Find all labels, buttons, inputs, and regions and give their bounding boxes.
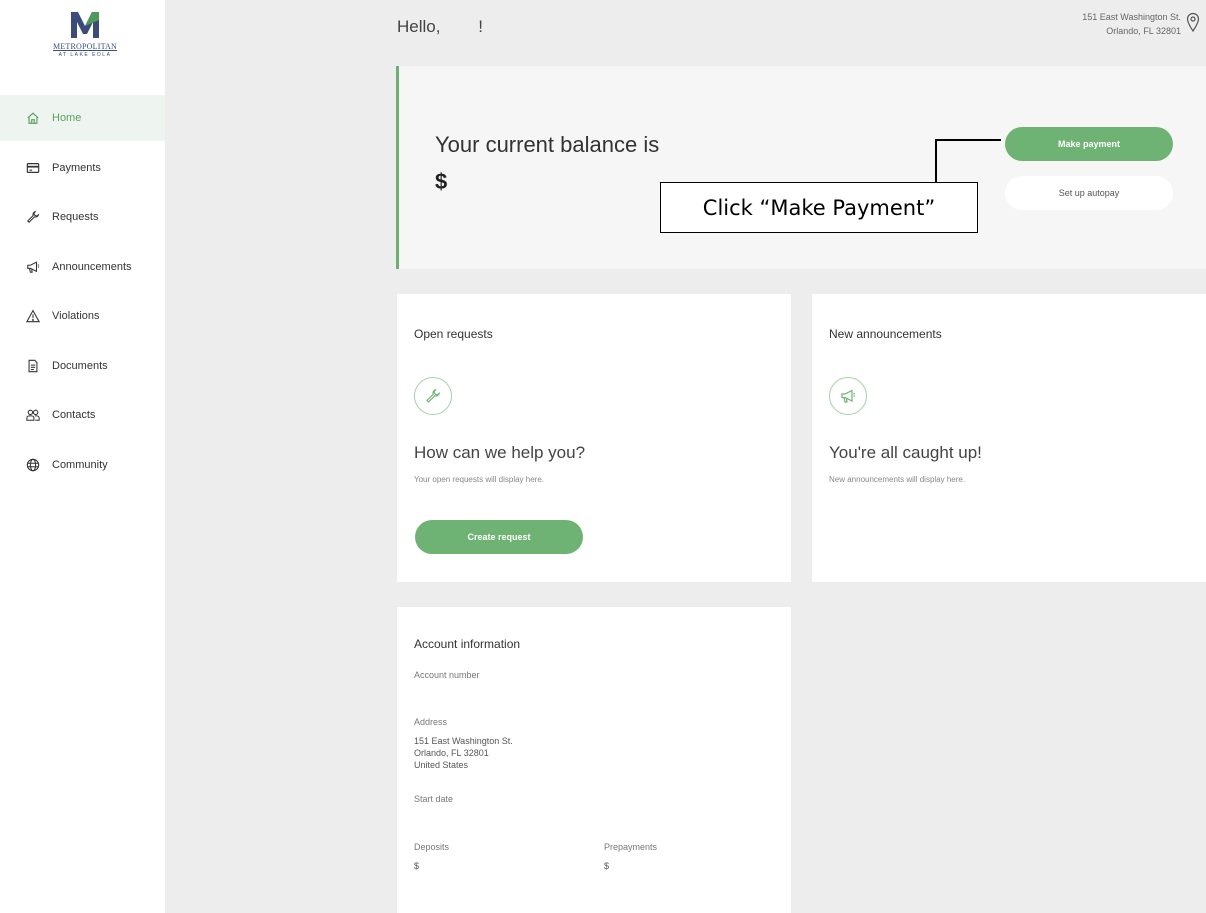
callout-connector-horizontal [935, 139, 1001, 141]
greeting: Hello, ! [397, 17, 483, 36]
requests-heading: How can we help you? [414, 443, 586, 462]
sidebar-item-label: Documents [52, 359, 108, 372]
account-info-card: Account information Account number Addre… [397, 607, 791, 913]
sidebar-nav: Home Payments Requests Announcements Vio… [0, 95, 165, 491]
sidebar-item-announcements[interactable]: Announcements [0, 244, 165, 290]
warning-icon [26, 309, 40, 323]
wrench-icon [26, 210, 40, 224]
address-line1: 151 East Washington St. [414, 736, 513, 746]
sidebar-item-label: Announcements [52, 260, 132, 273]
logo-name: METROPOLITAN [53, 42, 117, 51]
address-value: 151 East Washington St. Orlando, FL 3280… [414, 735, 513, 771]
deposits-value: $ [414, 861, 420, 871]
sidebar-item-payments[interactable]: Payments [0, 145, 165, 191]
home-icon [26, 111, 40, 125]
sidebar-item-community[interactable]: Community [0, 442, 165, 488]
prepayments-label: Prepayments [604, 842, 658, 852]
sidebar-item-label: Requests [52, 211, 99, 223]
requests-subtext: Your open requests will display here. [414, 475, 545, 484]
account-number-label: Account number [414, 670, 480, 680]
sidebar: METROPOLITAN AT LAKE EOLA Home Payments … [0, 0, 165, 913]
header-address-line2: Orlando, FL 32801 [1106, 26, 1181, 36]
setup-autopay-button[interactable]: Set up autopay [1005, 176, 1173, 210]
announcements-heading: You're all caught up! [829, 443, 982, 462]
create-request-button[interactable]: Create request [415, 520, 583, 554]
announcements-subtext: New announcements will display here. [829, 475, 966, 484]
address-line2: Orlando, FL 32801 [414, 748, 489, 758]
announcements-card: New announcements You're all caught up! … [812, 294, 1206, 582]
header-address: 151 East Washington St. Orlando, FL 3280… [1082, 10, 1181, 38]
sidebar-item-label: Home [52, 112, 82, 124]
megaphone-icon [26, 260, 40, 274]
globe-icon [26, 458, 40, 472]
deposits-label: Deposits [414, 842, 450, 852]
account-info-title: Account information [414, 637, 521, 651]
sidebar-item-documents[interactable]: Documents [0, 343, 165, 389]
megaphone-icon [841, 389, 856, 403]
logo[interactable]: METROPOLITAN AT LAKE EOLA [40, 10, 130, 70]
balance-card: Your current balance is $ Make payment S… [396, 66, 1206, 269]
open-requests-title: Open requests [414, 327, 493, 341]
sidebar-item-home[interactable]: Home [0, 95, 165, 141]
location-pin-icon [1186, 12, 1200, 32]
sidebar-item-label: Community [52, 458, 108, 471]
sidebar-item-violations[interactable]: Violations [0, 293, 165, 339]
logo-subtitle: AT LAKE EOLA [58, 52, 112, 58]
open-requests-card: Open requests How can we help you? Your … [397, 294, 791, 582]
start-date-label: Start date [414, 794, 454, 804]
address-line3: United States [414, 760, 469, 770]
balance-title: Your current balance is [435, 132, 660, 157]
announcements-title: New announcements [829, 327, 942, 341]
sidebar-item-requests[interactable]: Requests [0, 194, 165, 240]
instruction-callout: Click “Make Payment” [660, 182, 978, 233]
prepayments-value: $ [604, 861, 610, 871]
sidebar-item-label: Violations [52, 310, 100, 322]
requests-circle-icon [414, 377, 452, 415]
make-payment-button[interactable]: Make payment [1005, 127, 1173, 161]
metropolitan-logo-icon [68, 10, 102, 40]
payment-card-icon [26, 161, 40, 175]
callout-connector-vertical [935, 139, 937, 183]
sidebar-item-contacts[interactable]: Contacts [0, 392, 165, 438]
balance-amount: $ [435, 169, 448, 194]
sidebar-item-label: Payments [52, 161, 101, 174]
header-address-line1: 151 East Washington St. [1082, 12, 1181, 22]
document-icon [26, 359, 40, 373]
address-label: Address [414, 717, 448, 727]
contacts-icon [26, 408, 40, 422]
wrench-icon [426, 388, 441, 403]
announcements-circle-icon [829, 377, 867, 415]
sidebar-item-label: Contacts [52, 409, 96, 421]
